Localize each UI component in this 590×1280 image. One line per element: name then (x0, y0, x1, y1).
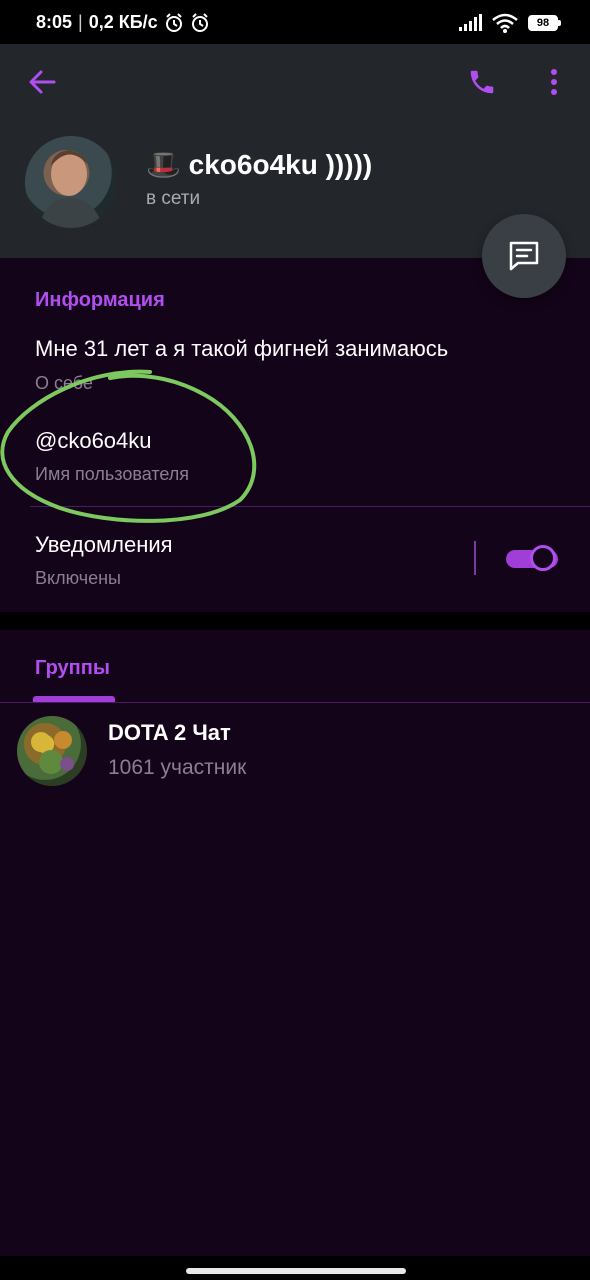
group-members: 1061 участник (108, 756, 247, 779)
home-indicator[interactable] (186, 1268, 406, 1274)
status-right: 98 (458, 13, 561, 33)
wifi-icon (492, 13, 518, 33)
battery-indicator: 98 (528, 15, 561, 31)
profile-name: 🎩 cko6o4ku ))))) (146, 149, 373, 180)
username-label: Имя пользователя (35, 464, 190, 484)
profile-avatar[interactable] (25, 136, 117, 228)
status-time: 8:05 (36, 12, 73, 32)
profile-status: в сети (146, 188, 201, 209)
info-section-title: Информация (35, 289, 165, 311)
notifications-title[interactable]: Уведомления (35, 532, 173, 558)
toggle-knob (530, 545, 556, 571)
groups-section (0, 630, 590, 1256)
status-separator: | (78, 12, 83, 32)
groups-divider (0, 702, 590, 703)
toggle-divider (474, 541, 476, 575)
signal-icon (459, 14, 482, 31)
group-avatar[interactable] (17, 716, 87, 786)
person-silhouette-icon (39, 150, 103, 228)
status-left: 8:05 | 0,2 КБ/с (36, 12, 210, 33)
message-icon (509, 241, 539, 271)
groups-tab[interactable]: Группы (35, 657, 110, 680)
group-name[interactable]: DOTA 2 Чат (108, 720, 231, 746)
bio-value[interactable]: Мне 31 лет а я такой фигней занимаюсь (35, 336, 448, 362)
alarm-icon (191, 12, 208, 32)
more-button[interactable] (538, 62, 570, 102)
bio-label: О себе (35, 373, 93, 393)
notifications-toggle[interactable] (506, 544, 558, 572)
alarm-icon (165, 12, 182, 32)
info-divider (30, 506, 590, 507)
username-value[interactable]: @cko6o4ku (35, 428, 152, 454)
notifications-label: Включены (35, 568, 121, 588)
status-speed: 0,2 КБ/с (88, 12, 158, 32)
arrow-left-icon (29, 70, 56, 94)
group-avatar-art (31, 731, 74, 774)
more-vertical-icon (551, 69, 557, 95)
back-button[interactable] (22, 62, 62, 102)
message-button[interactable] (482, 214, 566, 298)
phone-icon (470, 70, 494, 94)
call-button[interactable] (462, 62, 502, 102)
status-bar: 8:05 | 0,2 КБ/с 98 (0, 0, 590, 44)
